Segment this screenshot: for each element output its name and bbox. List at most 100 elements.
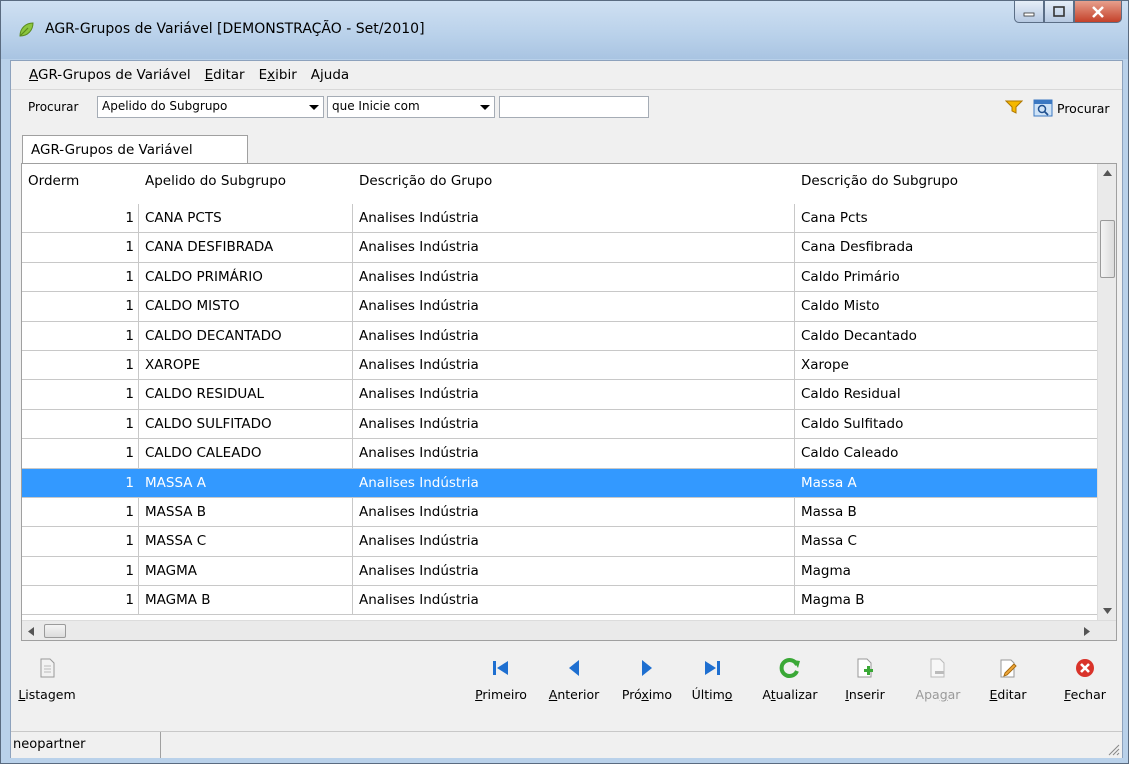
- scroll-down-icon[interactable]: [1103, 608, 1112, 614]
- table-row[interactable]: 1 MASSA B Analises Indústria Massa B: [22, 497, 1098, 528]
- table-row[interactable]: 1 CALDO MISTO Analises Indústria Caldo Mist…: [22, 292, 1098, 322]
- cell-descricao-grupo: Analises Indústria: [353, 321, 795, 350]
- horizontal-scrollbar[interactable]: [22, 620, 1116, 640]
- cell-ordem: 1: [22, 233, 139, 262]
- close-window-button[interactable]: [1074, 1, 1122, 23]
- tab-agr-grupos[interactable]: AGR-Grupos de Variável: [22, 135, 248, 164]
- listagem-button[interactable]: Listagem: [17, 643, 77, 702]
- cell-ordem: 1: [22, 497, 139, 527]
- insert-document-icon: [857, 658, 873, 678]
- table-row[interactable]: 1 CALDO PRIMÁRIO Analises Indústria Caldo P…: [22, 262, 1098, 293]
- table-row[interactable]: 1 XAROPE Analises Indústria Xarope: [22, 350, 1098, 381]
- close-icon: [1092, 5, 1104, 18]
- inserir-button[interactable]: Inserir: [837, 643, 893, 702]
- column-header-apelido[interactable]: Apelido do Subgrupo: [139, 164, 353, 204]
- menu-ajuda[interactable]: Ajuda: [311, 67, 349, 83]
- primeiro-button[interactable]: Primeiro: [469, 643, 533, 702]
- chevron-down-icon: [309, 105, 319, 110]
- grid-rows: 1 CANA PCTS Analises Indústria Cana Pcts 1 CA…: [22, 204, 1098, 616]
- scroll-up-icon[interactable]: [1103, 170, 1112, 176]
- table-row[interactable]: 1 CALDO SULFITADO Analises Indústria Caldo …: [22, 409, 1098, 440]
- cell-descricao-grupo: Analises Indústria: [353, 409, 795, 439]
- menu-bar: AGR-Grupos de Variável Editar Exibir Aju…: [11, 61, 1122, 89]
- search-icon: [1033, 99, 1053, 117]
- fechar-button[interactable]: Fechar: [1057, 643, 1113, 702]
- cell-apelido: CALDO CALEADO: [139, 439, 353, 468]
- ultimo-button[interactable]: Último: [687, 643, 737, 702]
- data-grid: Orderm Apelido do Subgrupo Descrição do …: [21, 163, 1117, 641]
- proximo-button[interactable]: Próximo: [615, 643, 679, 702]
- cell-ordem: 1: [22, 409, 139, 439]
- editar-button[interactable]: Editar: [983, 643, 1033, 702]
- cell-descricao-grupo: Analises Indústria: [353, 350, 795, 380]
- cell-descricao-subgrupo: Caldo Primário: [795, 262, 1098, 292]
- cell-apelido: CALDO RESIDUAL: [139, 380, 353, 409]
- table-row[interactable]: 1 MAGMA Analises Indústria Magma: [22, 556, 1098, 587]
- inserir-label: Inserir: [845, 687, 885, 702]
- cell-descricao-subgrupo: Cana Desfibrada: [795, 233, 1098, 262]
- atualizar-button[interactable]: Atualizar: [755, 643, 825, 702]
- cell-ordem: 1: [22, 527, 139, 556]
- filter-icon[interactable]: [1005, 100, 1023, 114]
- vertical-scrollbar[interactable]: [1097, 164, 1116, 620]
- column-header-descricao-grupo[interactable]: Descrição do Grupo: [353, 164, 795, 204]
- previous-record-icon: [569, 660, 579, 676]
- resize-grip-icon[interactable]: [1106, 742, 1120, 756]
- app-leaf-icon: [19, 22, 34, 37]
- cell-apelido: CALDO DECANTADO: [139, 321, 353, 350]
- search-field-select[interactable]: Apelido do Subgrupo: [97, 96, 324, 118]
- atualizar-label: Atualizar: [762, 687, 818, 702]
- cell-descricao-grupo: Analises Indústria: [353, 468, 795, 497]
- search-bar: Procurar Apelido do Subgrupo que Inicie …: [11, 89, 1122, 123]
- table-row[interactable]: 1 CALDO CALEADO Analises Indústria Caldo Ca…: [22, 439, 1098, 469]
- search-label: Procurar: [28, 100, 79, 114]
- cell-descricao-subgrupo: Magma: [795, 556, 1098, 586]
- horizontal-scroll-thumb[interactable]: [44, 624, 66, 638]
- cell-descricao-subgrupo: Caldo Caleado: [795, 439, 1098, 468]
- apagar-button[interactable]: Apagar: [907, 643, 969, 702]
- table-row[interactable]: 1 CANA DESFIBRADA Analises Indústria Cana D…: [22, 233, 1098, 263]
- first-record-icon: [493, 661, 508, 675]
- cell-apelido: MAGMA B: [139, 586, 353, 615]
- anterior-button[interactable]: Anterior: [541, 643, 607, 702]
- scroll-right-icon[interactable]: [1084, 627, 1090, 636]
- cell-apelido: CANA PCTS: [139, 204, 353, 233]
- cell-ordem: 1: [22, 439, 139, 468]
- cell-descricao-subgrupo: Cana Pcts: [795, 204, 1098, 233]
- minimize-button[interactable]: [1014, 1, 1044, 23]
- scroll-left-icon[interactable]: [28, 627, 34, 636]
- title-bar[interactable]: AGR-Grupos de Variável [DEMONSTRAÇÃO - S…: [1, 1, 1128, 59]
- delete-document-icon: [930, 658, 945, 678]
- column-header-descricao-subgrupo[interactable]: Descrição do Subgrupo: [795, 164, 1098, 204]
- search-condition-select[interactable]: que Inicie com: [327, 96, 495, 118]
- vertical-scroll-thumb[interactable]: [1100, 220, 1115, 278]
- cell-apelido: CALDO PRIMÁRIO: [139, 262, 353, 292]
- menu-editar[interactable]: Editar: [205, 67, 245, 83]
- table-row[interactable]: 1 CANA PCTS Analises Indústria Cana Pcts: [22, 204, 1098, 234]
- cell-ordem: 1: [22, 586, 139, 615]
- search-button[interactable]: Procurar: [1033, 97, 1110, 119]
- cell-ordem: 1: [22, 468, 139, 497]
- table-row[interactable]: 1 CALDO DECANTADO Analises Indústria Caldo …: [22, 321, 1098, 351]
- cell-descricao-subgrupo: Caldo Sulfitado: [795, 409, 1098, 439]
- cell-apelido: XAROPE: [139, 350, 353, 380]
- menu-agr-grupos[interactable]: AGR-Grupos de Variável: [29, 67, 191, 83]
- maximize-button[interactable]: [1044, 1, 1074, 23]
- menu-exibir[interactable]: Exibir: [259, 67, 297, 83]
- menu-label: GR-Grupos de Variável: [38, 67, 191, 83]
- cell-descricao-subgrupo: Massa A: [795, 468, 1098, 497]
- proximo-label: Próximo: [621, 687, 673, 702]
- cell-apelido: CALDO SULFITADO: [139, 409, 353, 439]
- search-input[interactable]: [499, 96, 649, 118]
- cell-ordem: 1: [22, 350, 139, 380]
- table-row[interactable]: 1 CALDO RESIDUAL Analises Indústria Caldo R…: [22, 380, 1098, 410]
- edit-pencil-icon: [1000, 659, 1017, 678]
- cell-descricao-subgrupo: Xarope: [795, 350, 1098, 380]
- cell-descricao-grupo: Analises Indústria: [353, 204, 795, 233]
- column-header-ordem[interactable]: Orderm: [22, 164, 139, 204]
- table-row[interactable]: 1 MAGMA B Analises Indústria Magma B: [22, 586, 1098, 616]
- cell-apelido: MASSA B: [139, 497, 353, 527]
- table-row[interactable]: 1 MASSA A Analises Indústria Massa A: [22, 468, 1098, 498]
- cell-ordem: 1: [22, 321, 139, 350]
- table-row[interactable]: 1 MASSA C Analises Indústria Massa C: [22, 527, 1098, 557]
